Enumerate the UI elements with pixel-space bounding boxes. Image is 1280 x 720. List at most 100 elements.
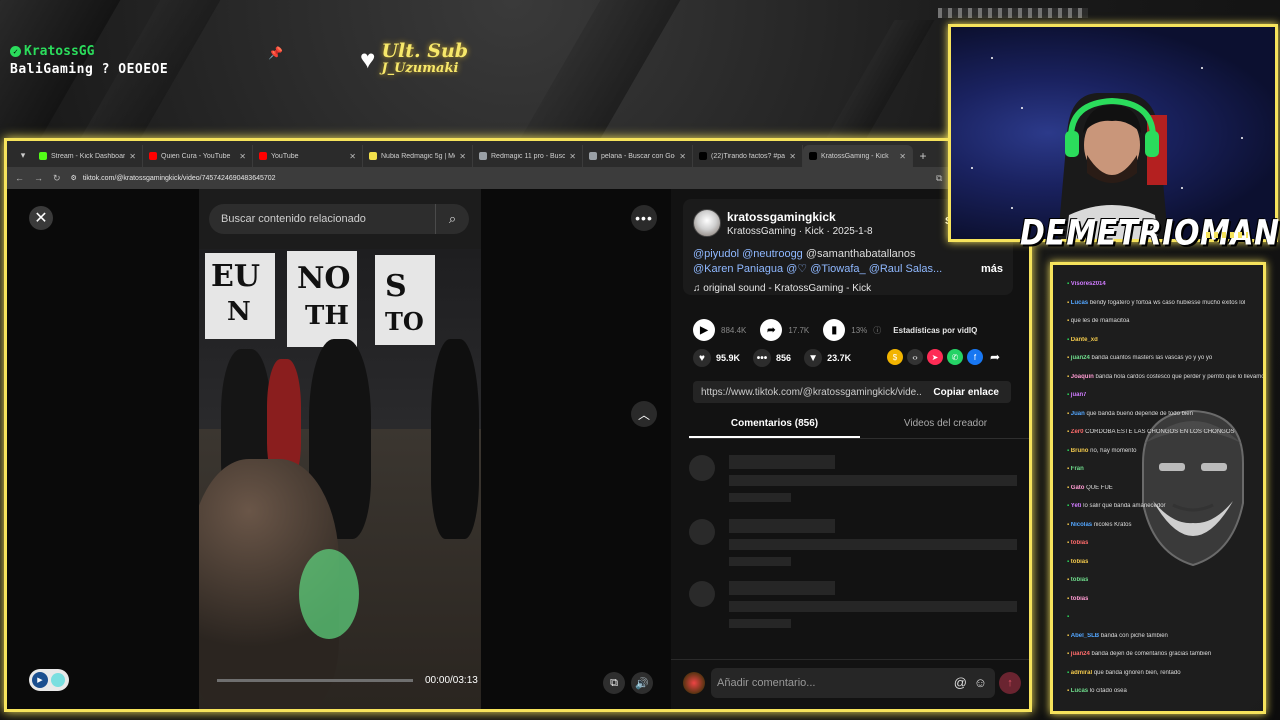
emoji-icon[interactable]: ☺	[974, 668, 987, 698]
translate-icon[interactable]: ⧉	[936, 173, 942, 184]
person	[431, 339, 479, 539]
author-name[interactable]: kratossgamingkick	[727, 210, 836, 224]
chat-username[interactable]: Fran	[1071, 466, 1084, 472]
star	[991, 57, 993, 59]
reload-icon[interactable]: ↻	[53, 173, 61, 184]
embed-icon[interactable]: ‹›	[907, 349, 923, 365]
tab-close-icon[interactable]: ✕	[679, 152, 686, 161]
tab-list: Stream - Kick Dashboard ✕ Quien Cura - You…	[33, 145, 913, 167]
post-link[interactable]: https://www.tiktok.com/@kratossgamingkic…	[693, 387, 921, 398]
tab-close-icon[interactable]: ✕	[239, 152, 246, 161]
comment-input[interactable]: Añadir comentario... @ ☺	[711, 668, 995, 698]
browser-tab[interactable]: pelana - Buscar con Goo ✕	[583, 145, 693, 167]
chat-username[interactable]: tobias	[1071, 559, 1089, 565]
chevron-up-icon[interactable]: ︿	[631, 401, 657, 427]
tab-comments[interactable]: Comentarios (856)	[689, 411, 860, 438]
url-field[interactable]: ⚙ tiktok.com/@kratossgamingkick/video/74…	[71, 174, 926, 183]
chat-username[interactable]: Nicolas	[1071, 522, 1092, 528]
tab-close-icon[interactable]: ✕	[129, 152, 136, 161]
mention-link[interactable]: @samanthabatallanos	[806, 248, 916, 260]
coin-icon[interactable]: $	[887, 349, 903, 365]
tab-close-icon[interactable]: ✕	[789, 152, 796, 161]
chat-username[interactable]: Bruno	[1071, 448, 1089, 454]
browser-tab[interactable]: KratossGaming - Kick ✕	[803, 145, 913, 167]
browser-tab[interactable]: YouTube ✕	[253, 145, 363, 167]
back-icon[interactable]: ←	[15, 173, 24, 183]
star	[1201, 67, 1203, 69]
toggle-knob-icon: ▶	[32, 672, 48, 688]
chat-username[interactable]: Lucas	[1071, 300, 1088, 306]
play-icon[interactable]: ▶	[693, 319, 715, 341]
extension-toggle[interactable]: ▶	[29, 669, 69, 691]
more-options-button[interactable]: •••	[631, 205, 657, 231]
chat-username[interactable]: Visores2014	[1071, 281, 1106, 287]
star	[971, 167, 973, 169]
chat-message: ▪ Gato QUE FUE	[1067, 485, 1113, 494]
mention-link[interactable]: @piyudol	[693, 248, 739, 260]
chat-username[interactable]: Gato	[1071, 485, 1085, 491]
stats-label[interactable]: Estadísticas por vidIQ	[893, 326, 977, 335]
mention-link[interactable]: @Tiowafa_	[810, 263, 865, 275]
site-info-icon[interactable]: ⚙	[71, 174, 77, 182]
video-progress-bar[interactable]	[217, 679, 413, 682]
send-icon[interactable]: ➤	[927, 349, 943, 365]
close-button[interactable]: ✕	[29, 206, 53, 230]
link-row: https://www.tiktok.com/@kratossgamingkic…	[693, 381, 1011, 403]
tab-close-icon[interactable]: ✕	[459, 152, 466, 161]
browser-tab[interactable]: Redmagic 11 pro - Busca ✕	[473, 145, 583, 167]
last-sub-label: Ult. Sub	[381, 40, 469, 62]
chat-username[interactable]: Yeti	[1071, 503, 1082, 509]
chat-message: ▪ tobias	[1067, 596, 1088, 605]
tab-close-icon[interactable]: ✕	[899, 152, 906, 161]
chat-username[interactable]: juan24	[1071, 355, 1090, 361]
tab-favicon-icon	[369, 152, 377, 160]
facebook-icon[interactable]: f	[967, 349, 983, 365]
copy-link-button[interactable]: Copiar enlace	[921, 387, 1011, 398]
mention-link[interactable]: @neutroogg	[742, 248, 803, 260]
tab-search-icon[interactable]: ▾	[13, 143, 33, 167]
sound-row[interactable]: ♫ original sound - KratossGaming - Kick	[693, 283, 871, 294]
heart-icon[interactable]: ♥	[693, 349, 711, 367]
chat-username[interactable]: juan7	[1071, 392, 1087, 398]
comment-icon[interactable]: •••	[753, 349, 772, 367]
new-tab-button[interactable]: +	[913, 145, 933, 167]
chat-username[interactable]: tobias	[1071, 596, 1089, 602]
chat-username[interactable]: Abel_SLB	[1071, 633, 1099, 639]
video-frame[interactable]: EU N NO TH S TO	[199, 189, 481, 709]
related-search-input[interactable]: Buscar contenido relacionado ⌕	[209, 204, 469, 234]
forward-icon[interactable]: →	[34, 173, 43, 183]
bar-chart-icon[interactable]: ▮	[823, 319, 846, 341]
tab-close-icon[interactable]: ✕	[569, 152, 576, 161]
chat-username[interactable]: admiral	[1071, 670, 1092, 676]
more-link[interactable]: más	[981, 262, 1003, 277]
browser-tab[interactable]: Quien Cura - YouTube ✕	[143, 145, 253, 167]
chat-username[interactable]: Lucas	[1071, 688, 1088, 694]
chat-username[interactable]: juan24	[1071, 651, 1090, 657]
mention-link[interactable]: @Raul Salas...	[869, 263, 943, 275]
bookmark-icon[interactable]: ▼	[804, 349, 823, 367]
chat-username[interactable]: Zer0	[1071, 429, 1084, 435]
chat-text: CÓRDOBA ESTE LAS CHONGOS EN LOS CHONGOS	[1085, 429, 1235, 435]
floating-player-icon[interactable]: ⧉	[603, 672, 625, 694]
chat-username[interactable]: tobias	[1071, 540, 1089, 546]
browser-tab[interactable]: Stream - Kick Dashboard ✕	[33, 145, 143, 167]
send-comment-button[interactable]: ↑	[999, 672, 1021, 694]
tab-creator-videos[interactable]: Videos del creador	[860, 411, 1029, 438]
browser-tab[interactable]: (22)Tirando factos? #par ✕	[693, 145, 803, 167]
mention-link[interactable]: @♡	[786, 263, 807, 275]
browser-tab[interactable]: Nubia Redmagic 5g | Mer ✕	[363, 145, 473, 167]
tab-close-icon[interactable]: ✕	[349, 152, 356, 161]
share-more-icon[interactable]: ➦	[987, 349, 1003, 365]
avatar[interactable]	[693, 209, 721, 237]
chat-username[interactable]: tobias	[1071, 577, 1089, 583]
volume-icon[interactable]: 🔊	[631, 672, 653, 694]
search-icon[interactable]: ⌕	[435, 204, 469, 234]
mention-icon[interactable]: @	[954, 668, 967, 698]
chat-username[interactable]: Dante_xd	[1071, 337, 1098, 343]
chat-username[interactable]: Joaquin	[1071, 374, 1094, 380]
chat-username[interactable]: Juan	[1071, 411, 1085, 417]
skeleton-bar	[729, 557, 791, 566]
share-arrow-icon[interactable]: ➦	[760, 319, 783, 341]
mention-link[interactable]: @Karen Paniagua	[693, 263, 783, 275]
whatsapp-icon[interactable]: ✆	[947, 349, 963, 365]
